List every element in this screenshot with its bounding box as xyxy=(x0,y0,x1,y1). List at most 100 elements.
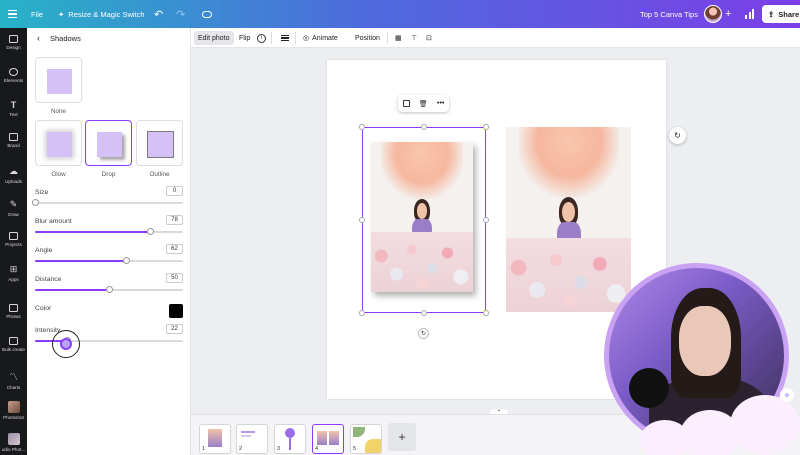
shadow-preset-outline[interactable] xyxy=(136,120,183,166)
cloud-decoration xyxy=(730,395,800,455)
paint-roller-icon[interactable]: ⊤ xyxy=(407,31,421,45)
rail-item-uploads[interactable]: ☁ Uploads xyxy=(0,166,27,184)
animate-button[interactable]: ◎ Animate xyxy=(299,31,342,45)
rail-item-bulk-create[interactable]: Bulk create xyxy=(0,337,27,352)
preset-label: Glow xyxy=(51,171,66,178)
avatar[interactable] xyxy=(704,5,722,23)
rotate-icon[interactable]: ↻ xyxy=(418,328,429,339)
page-thumbnail[interactable]: 5 xyxy=(350,424,382,454)
refresh-icon[interactable]: ↻ xyxy=(669,127,686,144)
add-page-button[interactable]: + xyxy=(388,423,416,451)
preset-preview xyxy=(47,132,72,157)
rail-item-studio-photo[interactable]: udio Phot... xyxy=(0,433,27,452)
info-icon[interactable]: i xyxy=(253,31,270,45)
thumb-preview xyxy=(208,429,222,447)
color-label: Color xyxy=(35,305,52,312)
page-thumbnail[interactable]: 1 xyxy=(199,424,231,454)
thumb-preview xyxy=(289,438,291,450)
resize-handle[interactable] xyxy=(421,310,427,316)
rail-item-apps[interactable]: ⊞ Apps xyxy=(0,264,27,282)
rail-item-text[interactable]: T Text xyxy=(0,100,27,117)
shadow-color-swatch[interactable] xyxy=(169,304,183,318)
resize-handle[interactable] xyxy=(483,310,489,316)
resize-handle[interactable] xyxy=(359,217,365,223)
resize-handle[interactable] xyxy=(421,124,427,130)
rail-item-charts[interactable]: 〽 Charts xyxy=(0,370,27,390)
text-icon: T xyxy=(10,100,17,110)
rail-item-draw[interactable]: ✎ Draw xyxy=(0,199,27,217)
slider-thumb[interactable] xyxy=(146,228,154,235)
rail-label: Brand xyxy=(7,143,20,148)
size-slider-row: Size 0 xyxy=(31,186,183,215)
flip-button[interactable]: Flip xyxy=(235,31,254,45)
rail-item-photoshot[interactable]: Photoshot xyxy=(0,401,27,420)
blur-value-input[interactable]: 78 xyxy=(166,215,183,225)
top-bar: File ✦ Resize & Magic Switch ↶ ↷ Top 5 C… xyxy=(0,0,800,28)
magic-sparkle-icon[interactable]: ✧ xyxy=(780,388,794,402)
add-collaborator-icon[interactable]: + xyxy=(725,0,731,28)
size-slider[interactable] xyxy=(31,199,183,206)
duplicate-icon[interactable] xyxy=(402,100,410,107)
rail-item-photos[interactable]: Photos xyxy=(0,304,27,319)
intensity-value-input[interactable]: 22 xyxy=(166,324,183,334)
resize-handle[interactable] xyxy=(359,124,365,130)
briefcase-icon xyxy=(9,133,18,141)
shadow-preset-none[interactable] xyxy=(35,57,82,103)
preset-preview xyxy=(47,69,72,94)
angle-value-input[interactable]: 62 xyxy=(166,244,183,254)
preset-preview xyxy=(147,131,174,158)
transparency-icon[interactable]: ▦ xyxy=(391,31,406,45)
rail-label: Apps xyxy=(8,277,19,282)
distance-value-input[interactable]: 50 xyxy=(166,273,183,283)
page-thumbnail[interactable]: 3 xyxy=(274,424,306,454)
redo-icon[interactable]: ↷ xyxy=(176,0,185,28)
slider-thumb[interactable] xyxy=(31,199,39,206)
preset-label: Outline xyxy=(149,171,170,178)
shadow-preset-drop[interactable] xyxy=(85,120,132,166)
slider-fill xyxy=(35,260,127,262)
edit-photo-button[interactable]: Edit photo xyxy=(194,31,234,45)
file-menu-button[interactable]: File xyxy=(31,0,43,28)
photo-element[interactable] xyxy=(506,127,631,312)
undo-icon[interactable]: ↶ xyxy=(154,0,163,28)
line-style-icon[interactable] xyxy=(277,31,293,45)
blur-slider[interactable] xyxy=(35,228,183,235)
page-thumbnail[interactable]: 2 xyxy=(236,424,268,454)
slider-thumb[interactable] xyxy=(105,286,113,293)
resize-button[interactable]: ✦ Resize & Magic Switch xyxy=(58,0,145,28)
angle-slider[interactable] xyxy=(35,257,183,264)
menu-icon[interactable] xyxy=(6,0,18,28)
cloud-save-icon[interactable] xyxy=(202,0,212,28)
selection-box xyxy=(362,127,486,313)
rail-item-design[interactable]: Design xyxy=(0,35,27,50)
presenter-face xyxy=(679,306,731,376)
insights-icon[interactable] xyxy=(745,9,754,19)
back-icon[interactable]: ‹ xyxy=(37,33,40,43)
size-value-input[interactable]: 0 xyxy=(166,186,183,196)
delete-icon[interactable]: 🗑 xyxy=(419,100,428,108)
resize-handle[interactable] xyxy=(483,124,489,130)
intensity-drag-handle[interactable] xyxy=(60,338,72,350)
page-number: 3 xyxy=(277,446,281,452)
more-icon[interactable]: ••• xyxy=(437,100,444,107)
animate-label: Animate xyxy=(312,34,338,42)
page-thumbnail-current[interactable]: 4 xyxy=(312,424,344,454)
slider-thumb[interactable] xyxy=(123,257,131,264)
rail-label: Uploads xyxy=(5,179,22,184)
slider-fill xyxy=(35,231,151,233)
rail-item-brand[interactable]: Brand xyxy=(0,133,27,148)
document-title[interactable]: Top 5 Canva Tips xyxy=(640,0,698,28)
lock-icon[interactable]: ⊡ xyxy=(422,31,436,45)
resize-handle[interactable] xyxy=(483,217,489,223)
distance-slider[interactable] xyxy=(35,286,183,293)
rail-item-projects[interactable]: Projects xyxy=(0,232,27,247)
rail-item-elements[interactable]: Elements xyxy=(0,68,27,83)
rail-label: Design xyxy=(6,45,21,50)
share-button[interactable]: ⇪ Share xyxy=(762,5,800,23)
shadow-preset-glow[interactable] xyxy=(35,120,82,166)
resize-handle[interactable] xyxy=(359,310,365,316)
left-rail: Design Elements T Text Brand ☁ Uploads ✎ Dr… xyxy=(0,28,27,455)
position-button[interactable]: Position xyxy=(351,31,384,45)
floating-toolbar: 🗑 ••• xyxy=(398,95,449,112)
shadow-color-row: Color xyxy=(35,304,183,321)
